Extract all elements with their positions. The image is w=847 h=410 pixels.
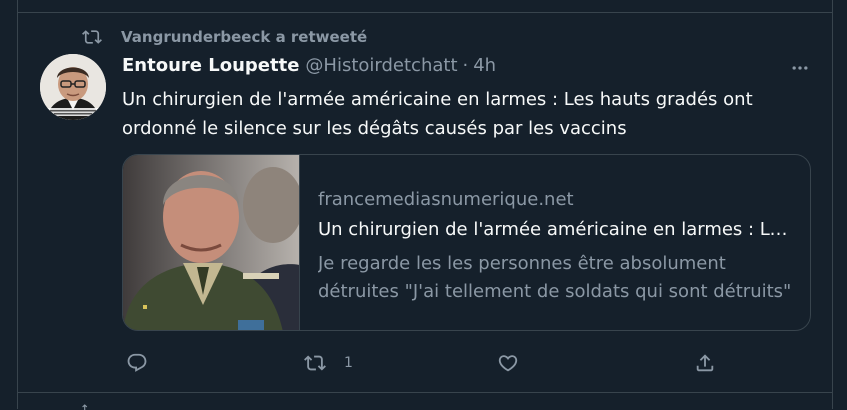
retweet-indicator (82, 27, 102, 47)
avatar[interactable] (40, 54, 106, 120)
separator-dot: · (462, 55, 469, 76)
author-name[interactable]: Entoure Loupette (122, 55, 299, 76)
retweet-icon (304, 355, 326, 371)
share-icon (696, 354, 714, 372)
share-button[interactable] (694, 350, 716, 376)
card-body: francemediasnumerique.net Un chirurgien … (318, 186, 798, 306)
card-title: Un chirurgien de l'armée américaine en l… (318, 219, 798, 240)
heart-icon (498, 355, 518, 372)
more-icon (792, 66, 808, 70)
timeline-column: Vangrunderbeeck a retweeté Entoure Loupe… (17, 0, 833, 410)
reply-button[interactable] (126, 350, 148, 376)
tweet-text: Un chirurgien de l'armée américaine en l… (122, 89, 753, 139)
retweet-button[interactable]: 1 (304, 350, 353, 376)
author-handle[interactable]: @Histoirdetchatt (305, 55, 457, 76)
tweet-header: Entoure Loupette @Histoirdetchatt · 4h (122, 55, 496, 79)
timestamp[interactable]: 4h (473, 55, 496, 76)
divider (18, 392, 832, 393)
link-card[interactable]: francemediasnumerique.net Un chirurgien … (122, 154, 811, 331)
reply-icon (127, 353, 147, 372)
card-domain: francemediasnumerique.net (318, 189, 574, 210)
retweet-icon (82, 30, 102, 44)
like-button[interactable] (497, 350, 519, 376)
divider (18, 12, 832, 13)
tweet-actions: 1 (122, 350, 714, 376)
retweet-count: 1 (344, 355, 353, 371)
card-thumbnail (123, 155, 300, 330)
card-description: Je regarde les les personnes être absolu… (318, 253, 792, 302)
more-options-button[interactable] (788, 56, 812, 80)
retweeted-by-label[interactable]: Vangrunderbeeck a retweeté (121, 28, 367, 46)
